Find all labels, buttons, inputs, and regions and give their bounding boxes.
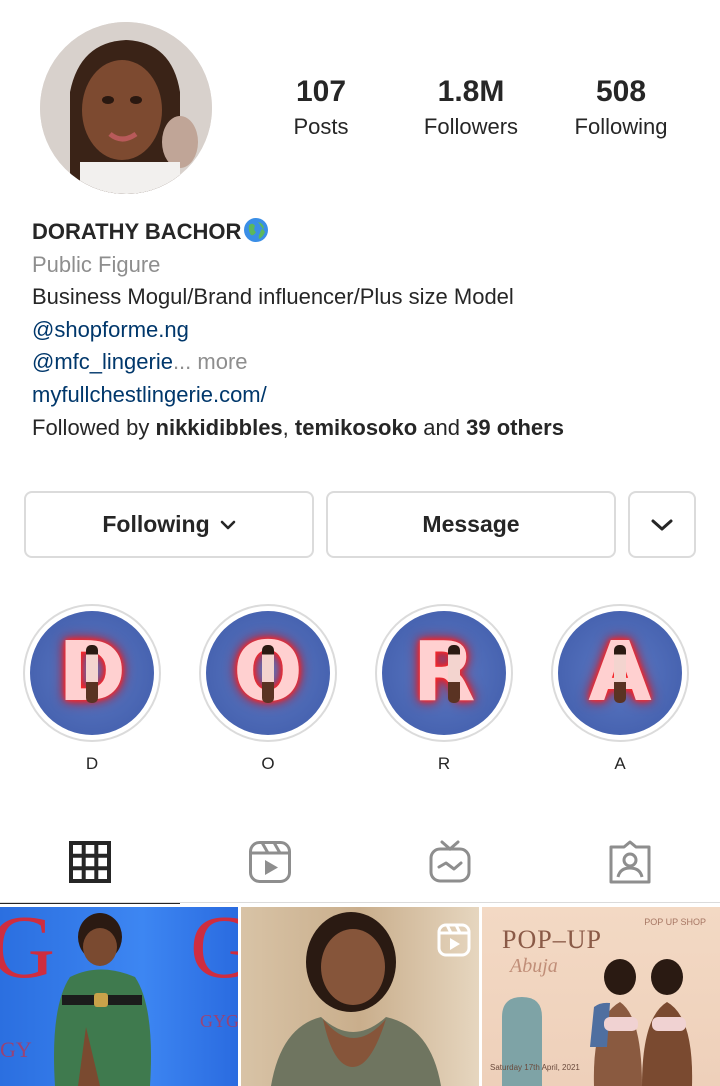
chevron-down-icon bbox=[220, 520, 235, 529]
followed-by-prefix: Followed by bbox=[32, 414, 156, 440]
message-button[interactable]: Message bbox=[326, 491, 616, 558]
profile-name: DORATHY BACHOR bbox=[32, 219, 242, 244]
following-button-label: Following bbox=[102, 511, 210, 537]
tab-posts-grid[interactable] bbox=[0, 820, 180, 904]
reels-icon bbox=[249, 841, 291, 883]
following-button[interactable]: Following bbox=[24, 491, 314, 558]
highlight-letter: R bbox=[412, 625, 476, 720]
profile-name-row: DORATHY BACHOR bbox=[32, 216, 692, 249]
post-popup-date: Saturday 17th April, 2021 bbox=[490, 1063, 580, 1072]
post-thumbnail[interactable]: G G GY GYG bbox=[0, 907, 238, 1086]
highlight-ring: A bbox=[551, 604, 689, 742]
highlight-label: A bbox=[614, 754, 626, 773]
tab-igtv[interactable] bbox=[360, 820, 540, 904]
svg-text:G: G bbox=[190, 907, 238, 997]
followers-label: Followers bbox=[423, 114, 519, 139]
posts-grid: G G GY GYG POP–UP Abuja POP UP SHOP Satu… bbox=[0, 907, 720, 1086]
highlight-figure bbox=[262, 645, 274, 703]
mention-mfc-lingerie[interactable]: @mfc_lingerie bbox=[32, 349, 173, 374]
tab-tagged[interactable] bbox=[540, 820, 720, 904]
highlight-cover: R bbox=[382, 611, 506, 735]
profile-category: Public Figure bbox=[32, 251, 161, 277]
highlight-label: O bbox=[261, 754, 275, 773]
followers-count: 1.8M bbox=[437, 75, 505, 108]
stat-following[interactable]: 508 Following bbox=[546, 74, 696, 142]
profile-bio-line: Business Mogul/Brand influencer/Plus siz… bbox=[32, 284, 514, 310]
post-thumbnail[interactable] bbox=[241, 907, 479, 1086]
chevron-down-icon bbox=[651, 519, 673, 530]
igtv-icon bbox=[429, 840, 471, 883]
following-label: Following bbox=[574, 114, 668, 139]
highlight-ring: R bbox=[375, 604, 513, 742]
posts-count: 107 bbox=[295, 75, 347, 108]
message-button-label: Message bbox=[422, 511, 520, 537]
followed-by-and: and bbox=[417, 414, 467, 440]
grid-icon bbox=[69, 841, 111, 883]
svg-text:GY: GY bbox=[0, 1037, 32, 1062]
reel-badge-icon bbox=[437, 923, 471, 957]
followed-by-user-2: temikosoko bbox=[294, 414, 418, 440]
post-thumbnail[interactable]: POP–UP Abuja POP UP SHOP Saturday 17th A… bbox=[482, 907, 720, 1086]
tab-reels[interactable] bbox=[180, 820, 360, 904]
suggested-accounts-button[interactable] bbox=[628, 491, 696, 558]
tagged-icon bbox=[609, 840, 651, 884]
highlight-figure bbox=[614, 645, 626, 703]
highlight-r[interactable]: R R bbox=[375, 604, 513, 774]
highlight-a[interactable]: A A bbox=[551, 604, 689, 774]
svg-text:GYG: GYG bbox=[200, 1011, 238, 1031]
followed-by[interactable]: Followed by nikkidibbles, temikosoko and… bbox=[32, 412, 692, 445]
globe-emoji-icon bbox=[244, 218, 269, 242]
followed-by-separator: , bbox=[282, 414, 295, 440]
highlight-o[interactable]: O O bbox=[199, 604, 337, 774]
highlight-ring: D bbox=[23, 604, 161, 742]
mention-shopforme[interactable]: @shopforme.ng bbox=[32, 314, 692, 347]
profile-tabs bbox=[0, 820, 720, 904]
website-link[interactable]: myfullchestlingerie.com/ bbox=[32, 379, 692, 412]
avatar-photo bbox=[40, 22, 212, 194]
posts-label: Posts bbox=[293, 114, 349, 139]
highlight-cover: O bbox=[206, 611, 330, 735]
profile-stats: 107 Posts 1.8M Followers 508 Following bbox=[246, 74, 696, 142]
highlight-figure bbox=[448, 645, 460, 703]
profile-avatar[interactable] bbox=[40, 22, 212, 194]
stat-followers[interactable]: 1.8M Followers bbox=[396, 74, 546, 142]
post-image: G G GY GYG bbox=[0, 907, 238, 1086]
tabs-divider bbox=[0, 902, 720, 903]
profile-bio: DORATHY BACHOR Public Figure Business Mo… bbox=[32, 216, 692, 444]
highlight-d[interactable]: D D bbox=[23, 604, 161, 774]
highlight-cover: D bbox=[30, 611, 154, 735]
more-link[interactable]: ... more bbox=[173, 349, 248, 374]
highlight-ring: O bbox=[199, 604, 337, 742]
followed-by-others: 39 others bbox=[466, 414, 564, 440]
following-count: 508 bbox=[595, 75, 647, 108]
followed-by-user-1: nikkidibbles bbox=[155, 414, 283, 440]
highlight-label: D bbox=[85, 754, 99, 773]
stat-posts[interactable]: 107 Posts bbox=[246, 74, 396, 142]
mention-row: @mfc_lingerie... more bbox=[32, 346, 692, 379]
svg-text:G: G bbox=[0, 907, 55, 997]
highlight-figure bbox=[86, 645, 98, 703]
highlight-label: R bbox=[437, 754, 451, 773]
highlight-cover: A bbox=[558, 611, 682, 735]
post-image bbox=[502, 959, 693, 1086]
